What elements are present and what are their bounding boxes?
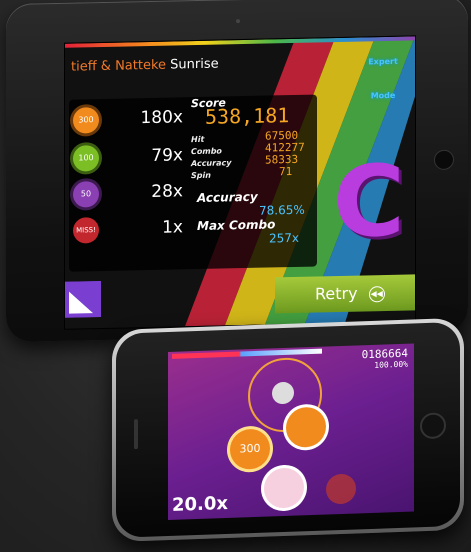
score-value: 538,181 [205, 103, 290, 129]
phone-device: 0186664 100.00% 300 20.0x [112, 317, 464, 542]
retry-label: Retry [315, 283, 358, 304]
stat-label-spin: Spin [191, 170, 211, 181]
phone-home-button [420, 412, 446, 440]
tablet-home-button [434, 149, 454, 171]
hit-count: 79x [151, 145, 183, 166]
song-title: tieff & Natteke Sunrise [71, 57, 219, 75]
phone-speaker [134, 419, 138, 450]
song-artist: tieff & Natteke [71, 57, 167, 75]
grade-letter: C [333, 144, 405, 261]
hit-count: 1x [162, 217, 183, 238]
rewind-icon: ◀◀ [368, 286, 385, 303]
mode-badge: Expert Mode [368, 56, 398, 101]
max-combo-label: Max Combo [197, 217, 276, 233]
combo-counter: 20.0x [172, 493, 228, 516]
hit-circle[interactable] [286, 406, 326, 448]
accuracy-value: 78.65% [259, 202, 305, 218]
hit-row-100: 100 79x [73, 143, 183, 175]
stat-value-spin: 71 [279, 165, 293, 179]
hit-row-300: 300 180x [73, 105, 183, 137]
retry-button[interactable]: Retry ◀◀ [275, 274, 415, 314]
song-name: Sunrise [170, 56, 219, 73]
hit-count: 28x [151, 181, 183, 202]
stat-label-accuracy: Accuracy [191, 158, 232, 169]
health-bar [172, 348, 322, 359]
hit-circle[interactable] [264, 467, 304, 509]
tablet-device: tieff & Natteke Sunrise Expert Mode 300 … [6, 0, 468, 343]
back-icon[interactable] [65, 281, 101, 318]
combo-value: 20.0x [172, 492, 229, 516]
hit-row-miss: MISS! 1x [73, 215, 183, 247]
gameplay-score: 0186664 100.00% [362, 347, 408, 372]
tablet-camera [236, 19, 240, 24]
hit100-icon: 100 [73, 145, 99, 172]
miss-icon: MISS! [73, 217, 99, 244]
gameplay-screen: 0186664 100.00% 300 20.0x [168, 343, 414, 521]
hit-count: 180x [140, 107, 183, 129]
hit50-icon: 50 [73, 181, 99, 208]
results-screen: tieff & Natteke Sunrise Expert Mode 300 … [64, 35, 416, 330]
max-combo-value: 257x [269, 230, 300, 246]
hit-circle[interactable] [326, 473, 356, 505]
hit300-marker: 300 [230, 428, 270, 470]
phone-bezel: 0186664 100.00% 300 20.0x [116, 321, 460, 538]
results-panel: 300 180x 100 79x 50 28x MISS! 1x Score 5… [69, 94, 317, 272]
stat-label-hit: Hit [191, 134, 205, 145]
accuracy-label: Accuracy [197, 189, 258, 205]
hit300-icon: 300 [73, 107, 99, 134]
stat-label-combo: Combo [191, 146, 222, 157]
hit-row-50: 50 28x [73, 179, 183, 211]
